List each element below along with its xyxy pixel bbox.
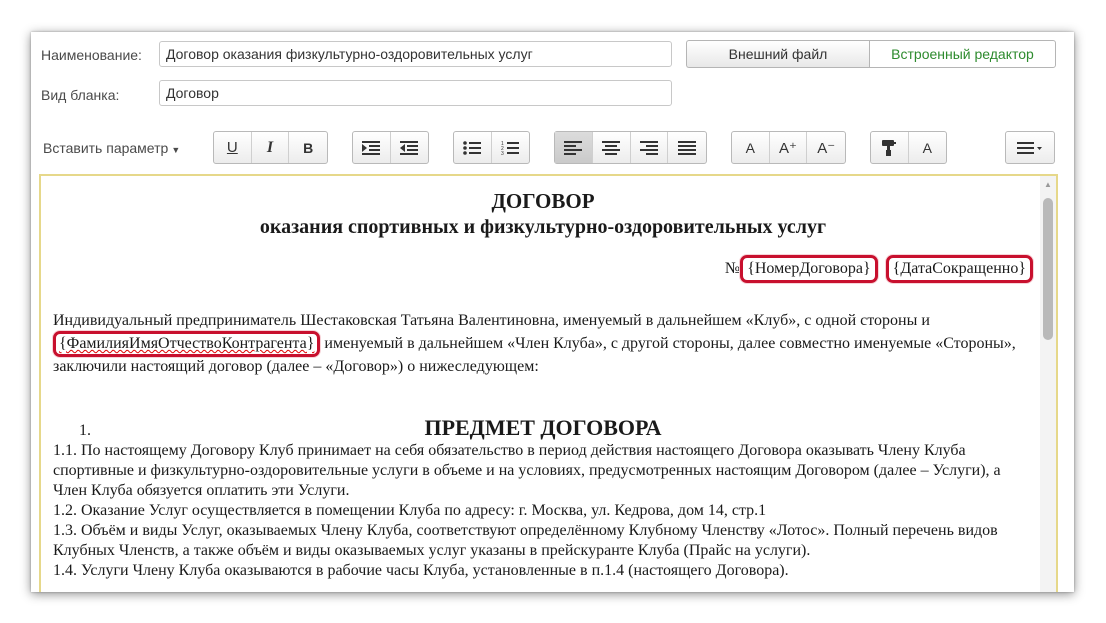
format-painter-button[interactable] <box>871 132 909 163</box>
param-client-name-text: {ФамилияИмяОтчествоКонтрагента} <box>59 335 315 352</box>
paint-roller-icon <box>882 139 897 156</box>
section-heading: 1. ПРЕДМЕТ ДОГОВОРА <box>53 415 1033 441</box>
clause-1-1: 1.1. По настоящему Договору Клуб принима… <box>53 442 1001 499</box>
bulleted-list-icon <box>463 140 482 155</box>
print-form-window: Наименование: Договор оказания физкульту… <box>31 32 1074 592</box>
numbered-list-button[interactable]: 1 2 3 <box>492 132 530 163</box>
name-label: Наименование: <box>41 47 142 63</box>
text-color-icon: A <box>922 139 932 156</box>
font-increase-icon: A⁺ <box>779 139 797 157</box>
intro-paragraph: Индивидуальный предприниматель Шестаковс… <box>53 311 1033 377</box>
font-button[interactable]: A <box>732 132 770 163</box>
bold-button[interactable]: B <box>289 132 327 163</box>
align-left-button[interactable] <box>555 132 593 163</box>
underline-icon: U <box>226 139 238 156</box>
indent-increase-button[interactable] <box>353 132 391 163</box>
param-date-short[interactable]: {ДатаСокращенно} <box>885 255 1033 283</box>
italic-button[interactable]: I <box>252 132 290 163</box>
bold-icon: B <box>303 139 314 156</box>
list-group: 1 2 3 <box>453 131 530 164</box>
indent-decrease-button[interactable] <box>391 132 429 163</box>
editor-scrollbar[interactable]: ▲ <box>1040 176 1056 592</box>
font-icon: A <box>745 139 755 156</box>
font-decrease-button[interactable]: A⁻ <box>807 132 845 163</box>
align-left-icon <box>564 140 583 155</box>
indent-group <box>352 131 429 164</box>
font-size-group: A A⁺ A⁻ <box>731 131 846 164</box>
clause-1-2: 1.2. Оказание Услуг осуществляется в пом… <box>53 502 767 519</box>
doc-subtitle: оказания спортивных и физкультурно-оздор… <box>259 216 827 238</box>
number-sign: № <box>724 260 741 277</box>
scrollbar-thumb[interactable] <box>1043 198 1053 340</box>
align-right-button[interactable] <box>631 132 669 163</box>
document-editor[interactable]: ДОГОВОР оказания спортивных и физкультур… <box>39 174 1058 592</box>
insert-parameter-menu[interactable]: Вставить параметр ▼ <box>43 140 180 156</box>
clause-1-4: 1.4. Услуги Члену Клуба оказываются в ра… <box>53 562 789 579</box>
section-title: ПРЕДМЕТ ДОГОВОРА <box>424 415 662 440</box>
blank-type-input[interactable]: Договор <box>159 80 672 106</box>
numbered-list-icon: 1 2 3 <box>501 141 520 156</box>
font-increase-button[interactable]: A⁺ <box>770 132 808 163</box>
italic-icon: I <box>266 138 274 156</box>
param-contract-number[interactable]: {НомерДоговора} <box>740 255 878 283</box>
align-center-button[interactable] <box>593 132 631 163</box>
alignment-group <box>554 131 707 164</box>
document-content: ДОГОВОР оказания спортивных и физкультур… <box>53 176 1033 581</box>
format-group: A <box>870 131 947 164</box>
blank-type-label: Вид бланка: <box>41 87 120 103</box>
text-style-group: U I B <box>213 131 328 164</box>
more-menu-group <box>1005 131 1055 164</box>
align-right-icon <box>639 140 658 155</box>
more-menu-button[interactable] <box>1006 132 1054 163</box>
bulleted-list-button[interactable] <box>454 132 492 163</box>
text-color-button[interactable]: A <box>909 132 947 163</box>
hamburger-menu-icon <box>1017 141 1042 154</box>
scroll-up-icon[interactable]: ▲ <box>1040 178 1056 192</box>
align-center-icon <box>602 140 621 155</box>
svg-text:3: 3 <box>501 151 504 156</box>
underline-button[interactable]: U <box>214 132 252 163</box>
doc-title: ДОГОВОР <box>491 189 595 213</box>
indent-increase-icon <box>362 140 381 155</box>
clause-1-3: 1.3. Объём и виды Услуг, оказываемых Чле… <box>53 522 998 559</box>
indent-decrease-icon <box>400 140 419 155</box>
builtin-editor-button[interactable]: Встроенный редактор <box>869 40 1056 68</box>
font-decrease-icon: A⁻ <box>817 139 836 157</box>
param-client-name[interactable]: {ФамилияИмяОтчествоКонтрагента} <box>53 331 321 357</box>
name-input[interactable]: Договор оказания физкультурно-оздоровите… <box>159 41 672 67</box>
align-justify-icon <box>678 140 697 155</box>
contract-number-line: № {НомерДоговора} {ДатаСокращенно} <box>53 255 1033 283</box>
intro-text-1: Индивидуальный предприниматель Шестаковс… <box>53 312 930 329</box>
chevron-down-icon: ▼ <box>171 145 181 155</box>
insert-parameter-label: Вставить параметр <box>43 140 169 156</box>
external-file-button[interactable]: Внешний файл <box>686 40 869 68</box>
section-number: 1. <box>79 422 91 439</box>
align-justify-button[interactable] <box>668 132 706 163</box>
